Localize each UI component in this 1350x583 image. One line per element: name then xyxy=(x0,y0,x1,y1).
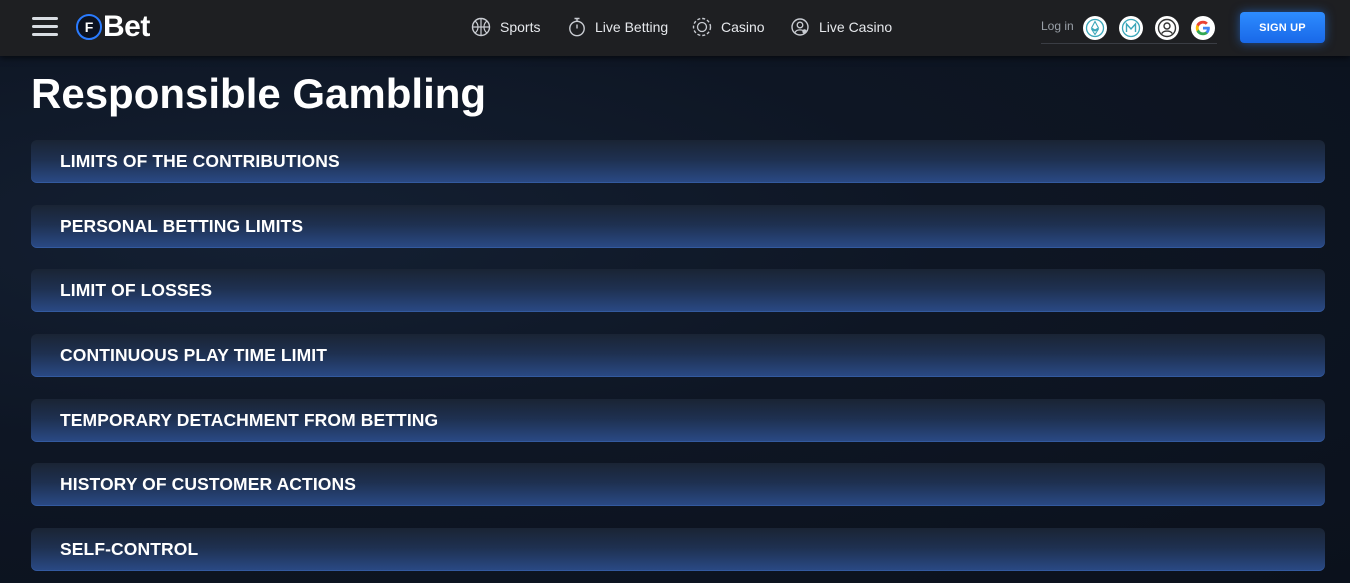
nav-casino-label: Casino xyxy=(721,19,765,35)
accordion-item-personal-betting-limits[interactable]: PERSONAL BETTING LIMITS xyxy=(31,205,1325,248)
casino-chip-icon xyxy=(692,17,712,37)
accordion-item-label: TEMPORARY DETACHMENT FROM BETTING xyxy=(60,410,439,430)
accordion-item-label: HISTORY OF CUSTOMER ACTIONS xyxy=(60,474,357,494)
live-dealer-icon xyxy=(791,18,809,36)
accordion-item-contribution-limits[interactable]: LIMITS OF THE CONTRIBUTIONS xyxy=(31,140,1325,183)
login-label: Log in xyxy=(1041,19,1074,33)
accordion-item-label: CONTINUOUS PLAY TIME LIMIT xyxy=(60,345,328,365)
logo-text: Bet xyxy=(103,10,150,43)
nav-live-casino-label: Live Casino xyxy=(819,19,893,35)
accordion-item-play-time-limit[interactable]: CONTINUOUS PLAY TIME LIMIT xyxy=(31,334,1325,377)
user-icon xyxy=(1157,18,1177,38)
ethereum-login-button[interactable] xyxy=(1083,16,1107,40)
basketball-icon xyxy=(471,17,491,37)
metamask-icon xyxy=(1121,18,1141,38)
google-icon xyxy=(1195,20,1210,36)
account-login-button[interactable] xyxy=(1155,16,1179,40)
nav-sports-label: Sports xyxy=(500,19,541,35)
nav-live-casino[interactable]: Live Casino xyxy=(790,16,892,38)
accordion-item-label: LIMIT OF LOSSES xyxy=(60,280,213,300)
login-divider xyxy=(1041,43,1217,44)
site-logo[interactable]: F Bet xyxy=(76,11,150,43)
accordion-item-limit-of-losses[interactable]: LIMIT OF LOSSES xyxy=(31,269,1325,312)
top-navigation-bar: F Bet Sports Live Betting Casino Live Ca… xyxy=(0,0,1350,56)
google-login-button[interactable] xyxy=(1191,16,1215,40)
page-title: Responsible Gambling xyxy=(31,70,487,117)
sign-up-button[interactable]: SIGN UP xyxy=(1240,12,1325,43)
metamask-login-button[interactable] xyxy=(1119,16,1143,40)
menu-hamburger-icon[interactable] xyxy=(32,17,58,37)
accordion-item-label: LIMITS OF THE CONTRIBUTIONS xyxy=(60,151,340,171)
nav-live-betting-label: Live Betting xyxy=(595,19,669,35)
stopwatch-icon xyxy=(569,17,585,37)
nav-live-betting[interactable]: Live Betting xyxy=(568,16,668,38)
accordion-item-customer-history[interactable]: HISTORY OF CUSTOMER ACTIONS xyxy=(31,463,1325,506)
nav-casino[interactable]: Casino xyxy=(692,16,765,38)
nav-sports[interactable]: Sports xyxy=(471,16,540,38)
ethereum-icon xyxy=(1085,18,1105,38)
accordion-item-label: PERSONAL BETTING LIMITS xyxy=(60,216,304,236)
accordion-item-self-control[interactable]: SELF-CONTROL xyxy=(31,528,1325,571)
accordion-item-temporary-detachment[interactable]: TEMPORARY DETACHMENT FROM BETTING xyxy=(31,399,1325,442)
logo-badge: F xyxy=(76,14,102,40)
accordion-item-label: SELF-CONTROL xyxy=(60,539,199,559)
